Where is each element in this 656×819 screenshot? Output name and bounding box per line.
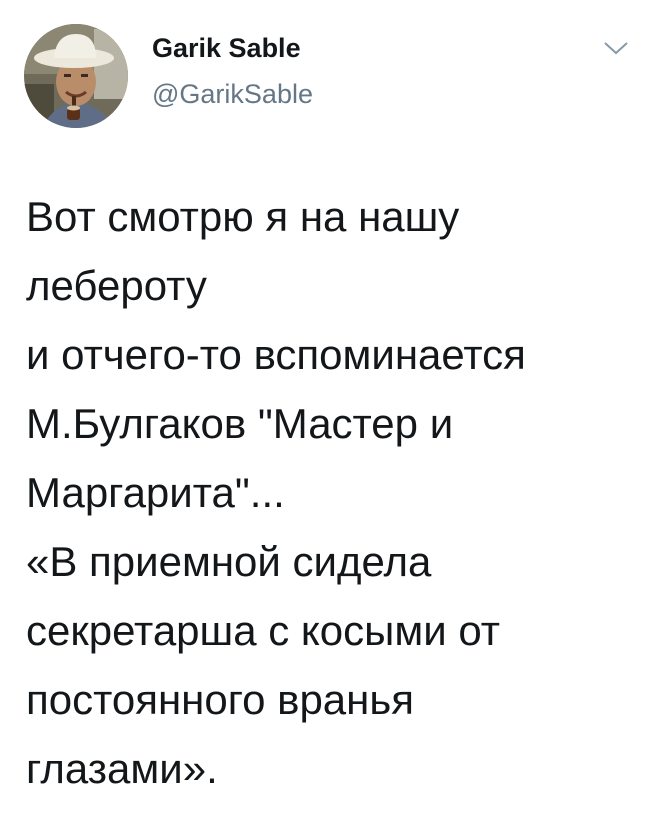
avatar-photo-icon	[24, 24, 128, 128]
author-avatar[interactable]	[24, 24, 128, 128]
tweet-text-line: «В приемной сидела	[26, 538, 432, 585]
chevron-down-icon	[604, 42, 628, 55]
tweet-menu-button[interactable]	[602, 38, 630, 58]
tweet-text-line: М.Булгаков "Мастер и	[26, 400, 454, 447]
tweet-text-line: глазами».	[26, 745, 218, 792]
author-display-name[interactable]: Garik Sable	[152, 32, 301, 64]
tweet-text-line: секретарша с косыми от	[26, 607, 500, 654]
author-handle[interactable]: @GarikSable	[152, 78, 313, 110]
tweet-text-line: лебероту	[26, 262, 207, 309]
tweet-text-line: Вот смотрю я на нашу	[26, 193, 460, 240]
tweet-text-line: и отчего-то вспоминается	[26, 331, 526, 378]
tweet-text: Вот смотрю я на нашу лебероту и отчего-т…	[26, 182, 636, 803]
tweet-text-line: постоянного вранья	[26, 676, 414, 723]
tweet-text-line: Маргарита"...	[26, 469, 285, 516]
tweet-card: Garik Sable @GarikSable Вот смотрю я на …	[0, 0, 656, 819]
